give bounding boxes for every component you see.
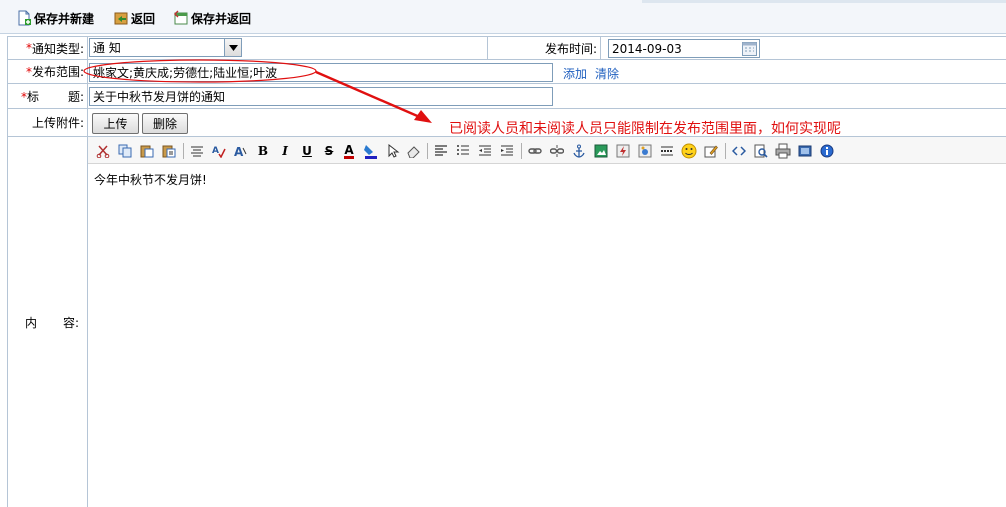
annotation-arrow-head <box>414 110 432 123</box>
scope-highlight-ellipse <box>83 59 317 83</box>
annotation-arrow-line <box>315 70 423 120</box>
annotation-text: 已阅读人员和未阅读人员只能限制在发布范围里面，如何实现呢 <box>449 121 841 137</box>
annotation-overlay <box>83 59 432 123</box>
